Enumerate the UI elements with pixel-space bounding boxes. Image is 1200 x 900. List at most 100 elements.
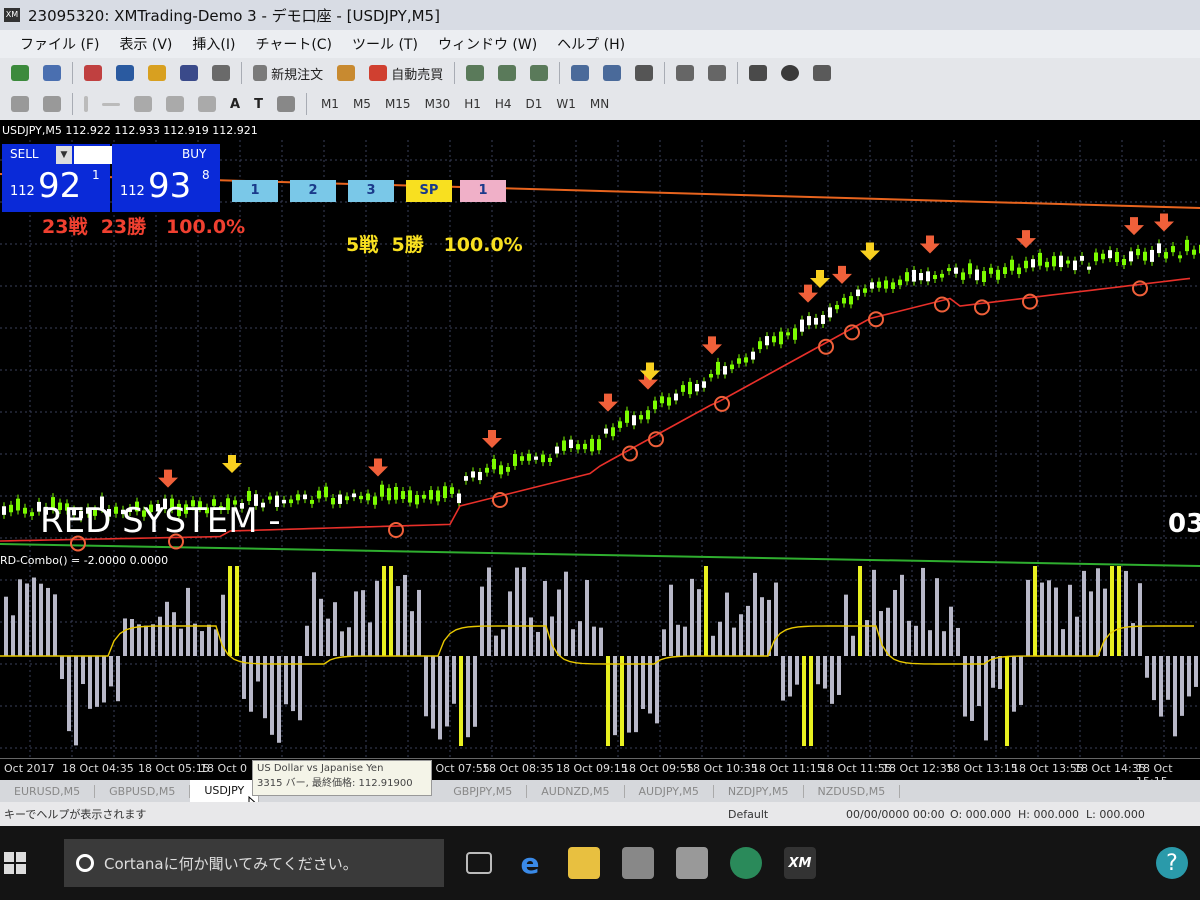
- status-open: O: 000.000: [950, 807, 1012, 821]
- terminal-button[interactable]: [177, 62, 201, 84]
- tab-nzdusd[interactable]: NZDUSD,M5: [804, 784, 901, 798]
- tab-eurusd[interactable]: EURUSD,M5: [0, 784, 96, 798]
- tf-d1[interactable]: D1: [526, 97, 543, 111]
- autoscroll-button[interactable]: [705, 62, 729, 84]
- candle-body: [1066, 260, 1070, 264]
- menu-chart[interactable]: チャート(C): [255, 34, 332, 54]
- tf-mn[interactable]: MN: [590, 97, 609, 111]
- sell-arrow: [482, 430, 502, 448]
- line-chart-button[interactable]: [527, 62, 551, 84]
- vertical-line-button[interactable]: [81, 93, 91, 115]
- channel-button[interactable]: [163, 93, 187, 115]
- help-icon[interactable]: ?: [1156, 847, 1188, 879]
- menu-help[interactable]: ヘルプ (H): [557, 34, 625, 54]
- tf-m15[interactable]: M15: [385, 97, 411, 111]
- histogram-bar: [1061, 629, 1065, 656]
- histogram-bar: [697, 589, 701, 656]
- candle-body: [1031, 259, 1035, 268]
- histogram-bar: [949, 606, 953, 656]
- tripadvisor-icon[interactable]: [730, 847, 762, 879]
- task-view-icon[interactable]: [466, 852, 492, 874]
- store-icon[interactable]: [622, 847, 654, 879]
- fibonacci-button[interactable]: [195, 93, 219, 115]
- stats-right-battles: 5戦: [346, 234, 379, 256]
- histogram-bar: [186, 587, 190, 656]
- metaeditor-button[interactable]: [334, 62, 358, 84]
- signal-arrow: [222, 454, 242, 473]
- histogram-bar: [298, 656, 302, 721]
- tile-icon: [635, 65, 654, 81]
- menu-tools[interactable]: ツール (T): [352, 34, 418, 54]
- tab-nzdjpy[interactable]: NZDJPY,M5: [714, 784, 804, 798]
- menu-file[interactable]: ファイル (F): [20, 34, 99, 54]
- zoom-in-button[interactable]: [568, 62, 592, 84]
- cursor-button[interactable]: [8, 93, 32, 115]
- mode-button-2[interactable]: 2: [290, 180, 336, 202]
- candle-chart-button[interactable]: [495, 62, 519, 84]
- menu-insert[interactable]: 挿入(I): [192, 34, 235, 54]
- tab-audjpy[interactable]: AUDJPY,M5: [625, 784, 714, 798]
- title-bar: XM 23095320: XMTrading-Demo 3 - デモ口座 - […: [0, 0, 1200, 30]
- auto-trade-button[interactable]: 自動売買: [366, 62, 446, 84]
- periods-button[interactable]: [778, 62, 802, 84]
- candle-body: [380, 484, 384, 497]
- histogram-bar: [970, 656, 974, 721]
- candle-body: [954, 267, 958, 274]
- sell-arrow: [798, 284, 818, 303]
- horizontal-line-button[interactable]: [99, 93, 123, 115]
- indicators-button[interactable]: [746, 62, 770, 84]
- candle-body: [919, 273, 923, 281]
- chart-shift-button[interactable]: [673, 62, 697, 84]
- file-explorer-icon[interactable]: [568, 847, 600, 879]
- menu-view[interactable]: 表示 (V): [119, 34, 172, 54]
- candle-body: [548, 457, 552, 463]
- tile-windows-button[interactable]: [632, 62, 656, 84]
- profiles-button[interactable]: [40, 62, 64, 84]
- tab-gbpjpy[interactable]: GBPJPY,M5: [439, 784, 528, 798]
- histogram-bar: [564, 571, 568, 656]
- mode-button-sp[interactable]: SP: [406, 180, 452, 202]
- histogram-bar: [1075, 616, 1079, 656]
- mode-button-1-pink[interactable]: 1: [460, 180, 506, 202]
- data-window-button[interactable]: [113, 62, 137, 84]
- tf-m1[interactable]: M1: [321, 97, 339, 111]
- tab-gbpusd[interactable]: GBPUSD,M5: [95, 784, 191, 798]
- templates-button[interactable]: [810, 62, 834, 84]
- histogram-bar: [361, 590, 365, 656]
- crosshair-button[interactable]: [40, 93, 64, 115]
- tf-h4[interactable]: H4: [495, 97, 512, 111]
- tf-m5[interactable]: M5: [353, 97, 371, 111]
- edge-icon[interactable]: e: [514, 847, 546, 880]
- candle-body: [282, 499, 286, 504]
- text-label-button[interactable]: T: [251, 93, 266, 115]
- market-watch-button[interactable]: [81, 62, 105, 84]
- strategy-tester-button[interactable]: [209, 62, 233, 84]
- price-chart[interactable]: RED SYSTEM - 03 RD-Combo() = -2.0000 0.0…: [0, 120, 1200, 780]
- histogram-bar: [522, 567, 526, 656]
- cortana-search[interactable]: Cortanaに何か聞いてみてください。: [64, 839, 444, 887]
- text-button[interactable]: A: [227, 93, 243, 115]
- navigator-button[interactable]: [145, 62, 169, 84]
- tf-w1[interactable]: W1: [556, 97, 576, 111]
- mode-button-3[interactable]: 3: [348, 180, 394, 202]
- buy-button[interactable]: BUY 112 93 8: [112, 144, 220, 212]
- bar-chart-button[interactable]: [463, 62, 487, 84]
- histogram-bar: [669, 584, 673, 656]
- menu-window[interactable]: ウィンドウ (W): [438, 34, 537, 54]
- lot-spinner[interactable]: ▼: [56, 146, 72, 164]
- histogram-bar: [207, 624, 211, 656]
- arrows-button[interactable]: [274, 93, 298, 115]
- windows-start-icon[interactable]: [4, 852, 26, 874]
- xm-taskbar-icon[interactable]: XM: [784, 847, 816, 879]
- candle-body: [744, 357, 748, 363]
- tab-audnzd[interactable]: AUDNZD,M5: [527, 784, 625, 798]
- zoom-out-button[interactable]: [600, 62, 624, 84]
- new-chart-button[interactable]: [8, 62, 32, 84]
- candle-body: [1038, 252, 1042, 266]
- mode-button-1[interactable]: 1: [232, 180, 278, 202]
- app-icon[interactable]: [676, 847, 708, 879]
- tf-h1[interactable]: H1: [464, 97, 481, 111]
- trendline-button[interactable]: [131, 93, 155, 115]
- new-order-button[interactable]: 新規注文: [250, 62, 326, 84]
- tf-m30[interactable]: M30: [425, 97, 451, 111]
